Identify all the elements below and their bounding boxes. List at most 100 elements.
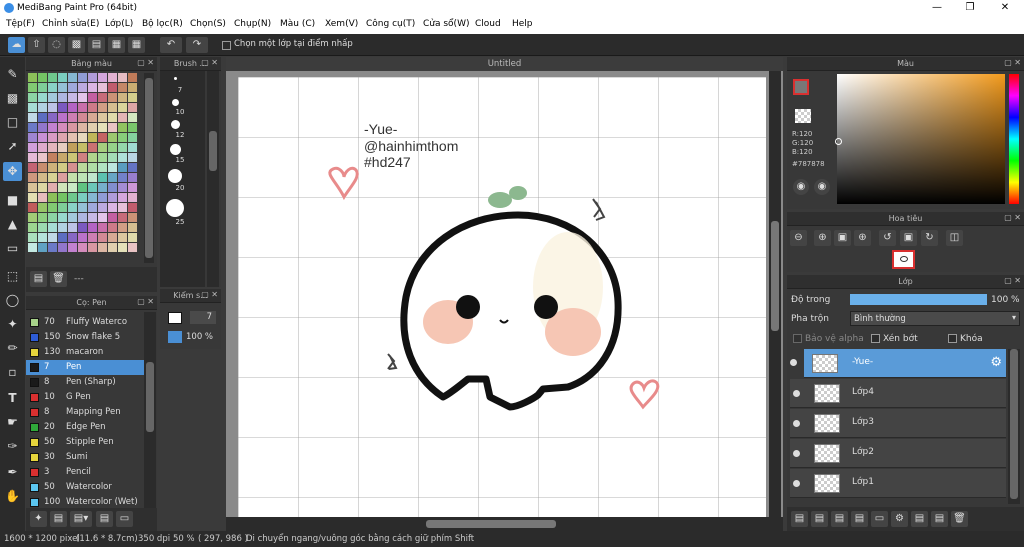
palette-swatch[interactable] — [118, 93, 127, 102]
palette-swatch[interactable] — [78, 173, 87, 182]
clipping-checkbox[interactable] — [871, 334, 880, 343]
palette-swatch[interactable] — [58, 73, 67, 82]
menu-edit[interactable]: Chỉnh sửa(E) — [42, 19, 99, 29]
canvas-area[interactable]: Untitled -Yue- @hainhimthom #hd247 — [226, 57, 783, 531]
brush-list-item[interactable]: 70 Fluffy Waterco — [26, 315, 144, 330]
minimize-button[interactable]: — — [922, 2, 952, 13]
palette-swatch[interactable] — [48, 243, 57, 252]
eye-icon[interactable] — [790, 359, 797, 366]
protect-alpha-checkbox[interactable] — [793, 334, 802, 343]
palette-swatch[interactable] — [28, 123, 37, 132]
grid-icon[interactable]: ▦ — [128, 37, 145, 53]
palette-swatch[interactable] — [28, 173, 37, 182]
palette-swatch[interactable] — [98, 203, 107, 212]
palette-swatch[interactable] — [88, 153, 97, 162]
palette-swatch[interactable] — [48, 203, 57, 212]
palette-swatch[interactable] — [88, 163, 97, 172]
palette-swatch[interactable] — [28, 203, 37, 212]
palette-swatch[interactable] — [28, 213, 37, 222]
palette-swatch[interactable] — [38, 223, 47, 232]
brush-list-item[interactable]: 3 Pencil — [26, 465, 144, 480]
palette-swatch[interactable] — [88, 193, 97, 202]
comment-icon[interactable]: ◌ — [48, 37, 65, 53]
brush-size-scrollbar[interactable] — [207, 71, 219, 287]
fill-rect-tool-icon[interactable]: ■ — [3, 191, 22, 210]
palette-swatch[interactable] — [118, 103, 127, 112]
eraser-tool-icon[interactable]: ▩ — [3, 89, 22, 108]
palette-swatch[interactable] — [108, 163, 117, 172]
palette-swatch[interactable] — [78, 213, 87, 222]
panel-close-icon[interactable]: ▢ ✕ — [201, 58, 218, 67]
brush-size-dot[interactable] — [166, 199, 184, 217]
palette-swatch[interactable] — [108, 123, 117, 132]
layer-row-lop1[interactable]: Lớp1 — [790, 469, 1006, 498]
palette-swatch[interactable] — [128, 133, 137, 142]
panel-icon[interactable]: ▦ — [108, 37, 125, 53]
palette-swatch[interactable] — [48, 163, 57, 172]
palette-swatch[interactable] — [88, 103, 97, 112]
palette-swatch[interactable] — [108, 193, 117, 202]
palette-swatch[interactable] — [98, 243, 107, 252]
palette-swatch[interactable] — [28, 243, 37, 252]
palette-swatch[interactable] — [48, 193, 57, 202]
eyedropper-tool-icon[interactable]: ✑ — [3, 437, 22, 456]
palette-swatch[interactable] — [48, 103, 57, 112]
text-tool-icon[interactable]: T — [3, 389, 22, 408]
palette-swatch[interactable] — [78, 203, 87, 212]
palette-swatch[interactable] — [38, 193, 47, 202]
palette-swatch[interactable] — [108, 73, 117, 82]
layer-row-lop2[interactable]: Lớp2 — [790, 439, 1006, 468]
lock-checkbox[interactable] — [948, 334, 957, 343]
palette-swatch[interactable] — [38, 173, 47, 182]
palette-swatch[interactable] — [108, 113, 117, 122]
palette-swatch[interactable] — [98, 183, 107, 192]
palette-swatch[interactable] — [68, 203, 77, 212]
palette-swatch[interactable] — [78, 153, 87, 162]
palette-swatch[interactable] — [78, 183, 87, 192]
menu-cloud[interactable]: Cloud — [475, 19, 501, 29]
palette-swatch[interactable] — [78, 223, 87, 232]
copy-brush-icon[interactable]: ▤ — [96, 511, 113, 527]
palette-swatch[interactable] — [108, 233, 117, 242]
palette-swatch[interactable] — [108, 83, 117, 92]
palette-swatch[interactable] — [38, 113, 47, 122]
primary-color-swatch[interactable] — [793, 79, 809, 95]
palette-swatch[interactable] — [58, 153, 67, 162]
palette-swatch[interactable] — [88, 73, 97, 82]
palette-swatch[interactable] — [28, 93, 37, 102]
select-rect-tool-icon[interactable]: ⬚ — [3, 267, 22, 286]
new-halftone-layer-icon[interactable]: ▤ — [851, 511, 868, 527]
palette-swatch[interactable] — [68, 93, 77, 102]
palette-swatch[interactable] — [58, 103, 67, 112]
brush-size-dot[interactable] — [172, 99, 179, 106]
palette-swatch[interactable] — [108, 133, 117, 142]
palette-swatch[interactable] — [68, 143, 77, 152]
palette-swatch[interactable] — [78, 133, 87, 142]
palette-swatch[interactable] — [118, 173, 127, 182]
palette-swatch[interactable] — [108, 103, 117, 112]
flip-icon[interactable]: ◫ — [946, 230, 963, 246]
palette-swatch[interactable] — [68, 163, 77, 172]
palette-swatch[interactable] — [128, 203, 137, 212]
palette-swatch[interactable] — [68, 183, 77, 192]
palette-swatch[interactable] — [108, 183, 117, 192]
palette-swatch[interactable] — [88, 203, 97, 212]
canvas-vertical-scrollbar[interactable] — [769, 71, 781, 517]
opacity-swatch[interactable] — [168, 331, 182, 343]
palette-swatch[interactable] — [28, 73, 37, 82]
layer-row-yue[interactable]: -Yue- ⚙ — [804, 349, 1006, 378]
new-palette-icon[interactable]: ▤ — [30, 271, 47, 287]
palette-swatch[interactable] — [58, 143, 67, 152]
brush-list-item[interactable]: 7Pen⚙ — [26, 360, 144, 375]
palette-swatch[interactable] — [48, 123, 57, 132]
palette-swatch[interactable] — [68, 123, 77, 132]
palette-swatch[interactable] — [28, 83, 37, 92]
palette-swatch[interactable] — [48, 93, 57, 102]
palette-swatch[interactable] — [118, 143, 127, 152]
magic-wand-tool-icon[interactable]: ✦ — [3, 315, 22, 334]
palette-swatch[interactable] — [38, 133, 47, 142]
palette-swatch[interactable] — [118, 223, 127, 232]
palette-swatch[interactable] — [98, 143, 107, 152]
drawing-canvas[interactable]: -Yue- @hainhimthom #hd247 — [238, 77, 766, 517]
hue-slider[interactable] — [1009, 74, 1019, 204]
